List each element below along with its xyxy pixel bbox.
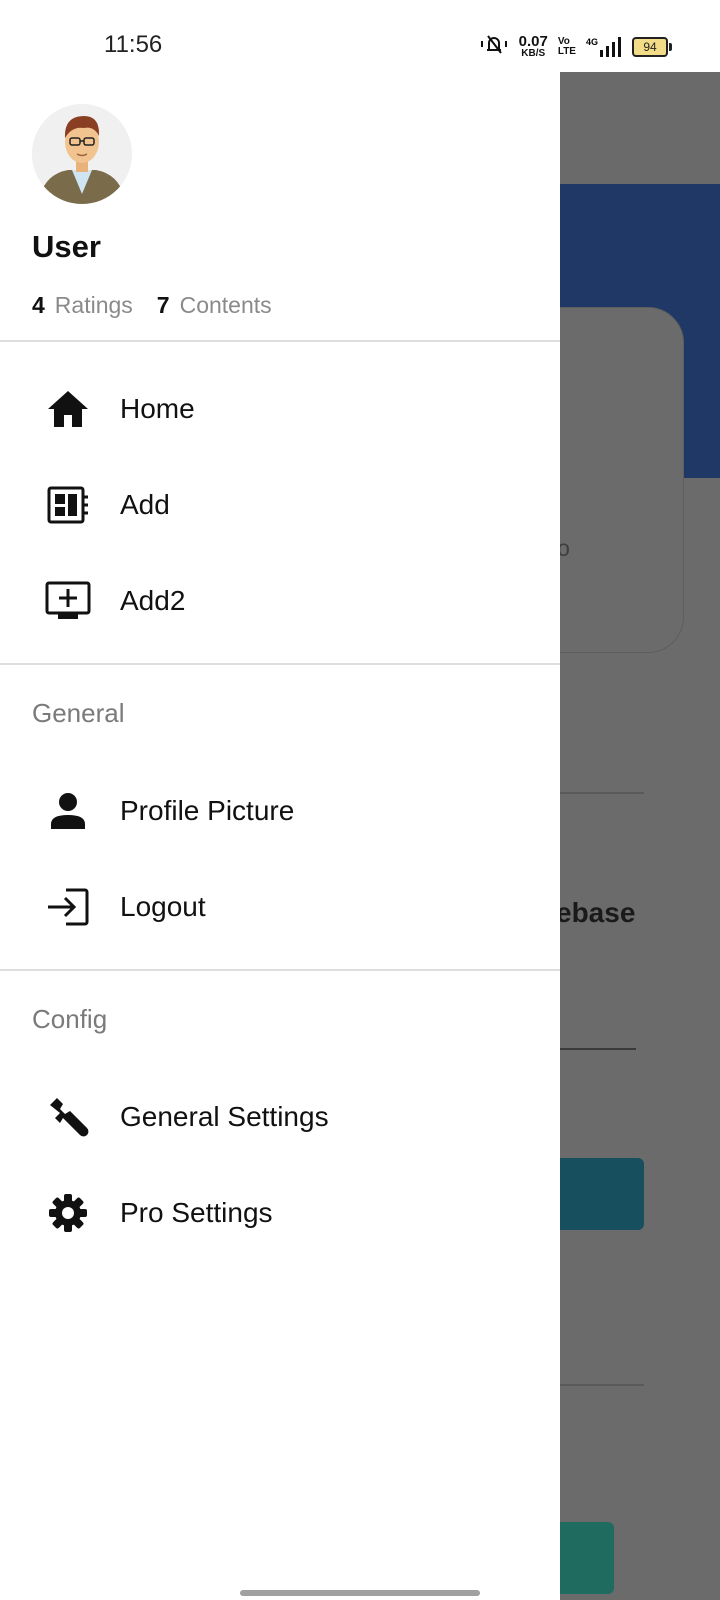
user-stats: 4 Ratings 7 Contents <box>32 292 272 319</box>
menu-item-profile-picture[interactable]: Profile Picture <box>0 763 560 859</box>
battery-icon: 94 <box>632 36 672 57</box>
divider <box>0 340 560 342</box>
home-icon <box>44 385 92 433</box>
ratings-stat: 4 Ratings <box>32 292 133 318</box>
section-title-general: General <box>32 698 125 728</box>
gear-icon <box>44 1189 92 1237</box>
background-input-underline <box>556 1048 636 1050</box>
status-bar: 11:56 0.07 KB/S Vo LTE 4G 94 <box>0 0 720 72</box>
status-time: 11:56 <box>104 31 163 58</box>
divider <box>0 663 560 665</box>
menu-item-label: Add2 <box>120 585 186 616</box>
user-name: User <box>32 229 101 264</box>
menu-item-label: Home <box>120 393 195 424</box>
menu-item-label: Profile Picture <box>120 795 295 826</box>
menu-item-general-settings[interactable]: General Settings <box>0 1069 560 1165</box>
avatar[interactable] <box>32 104 132 204</box>
network-speed: 0.07 KB/S <box>518 33 548 59</box>
menu-item-add[interactable]: Add <box>0 457 560 553</box>
divider <box>0 969 560 971</box>
status-icons: 0.07 KB/S Vo LTE 4G 94 <box>479 32 672 61</box>
menu-item-home[interactable]: Home <box>0 361 560 457</box>
volte-indicator: Vo LTE <box>557 35 576 57</box>
background-heading: ebase <box>556 897 636 928</box>
menu-item-logout[interactable]: Logout <box>0 859 560 955</box>
menu-item-pro-settings[interactable]: Pro Settings <box>0 1165 560 1261</box>
dashboard-icon <box>44 481 92 529</box>
wrench-icon <box>44 1093 92 1141</box>
menu-item-label: Pro Settings <box>120 1197 273 1228</box>
menu-item-label: Add <box>120 489 170 520</box>
home-indicator[interactable] <box>240 1590 480 1596</box>
background-divider <box>556 1384 644 1386</box>
navigation-drawer: User 4 Ratings 7 Contents Home Add Add2 … <box>0 72 560 1600</box>
menu-item-label: General Settings <box>120 1101 329 1132</box>
login-icon <box>44 883 92 931</box>
add-to-queue-icon <box>44 577 92 625</box>
menu-item-add2[interactable]: Add2 <box>0 553 560 649</box>
background-divider <box>556 792 644 794</box>
signal-icon: 4G <box>586 36 622 57</box>
menu-item-label: Logout <box>120 891 206 922</box>
contents-stat: 7 Contents <box>156 292 272 318</box>
vibrate-silent-icon <box>479 32 509 61</box>
person-icon <box>44 787 92 835</box>
section-title-config: Config <box>32 1004 108 1034</box>
